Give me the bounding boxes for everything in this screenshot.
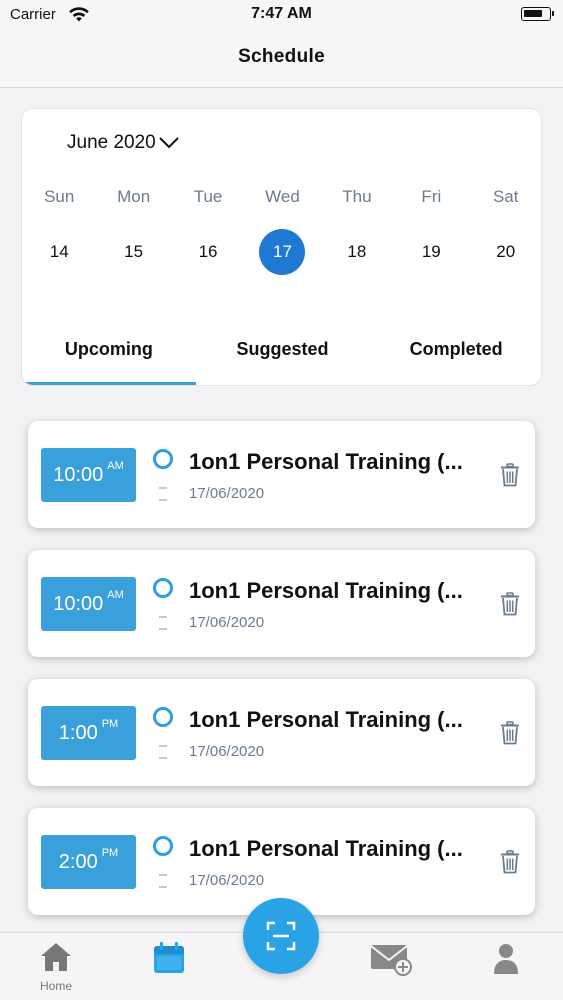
page-title: Schedule	[238, 46, 325, 67]
time-badge: 1:00 PM	[41, 706, 136, 760]
nav-header: Schedule	[0, 30, 563, 88]
day-number: 16	[198, 242, 218, 261]
weekday-label: Tue	[193, 187, 223, 206]
calendar-icon	[154, 942, 184, 973]
day-number: 15	[124, 242, 144, 261]
session-date: 17/06/2020	[189, 485, 265, 502]
day-number: 17	[259, 229, 306, 275]
timeline-dot-icon	[153, 449, 173, 469]
timeline-dash	[159, 616, 167, 618]
session-card[interactable]: 1:00 PM 1on1 Personal Training (... 17/0…	[28, 679, 535, 786]
timeline-dot-icon	[153, 836, 173, 856]
timeline-dot-icon	[153, 578, 173, 598]
session-time: 10:00	[53, 592, 104, 615]
timeline-dash	[159, 874, 167, 876]
time-badge: 2:00 PM	[41, 835, 136, 889]
session-ampm: PM	[101, 718, 119, 730]
day-number: 14	[49, 242, 69, 261]
day-20[interactable]: 20	[469, 229, 541, 275]
trash-icon[interactable]	[500, 463, 520, 487]
profile-icon	[494, 944, 518, 974]
status-bar: Carrier 7:47 AM	[0, 0, 563, 30]
tab-completed[interactable]: Completed	[369, 319, 541, 385]
scan-fab-button[interactable]	[243, 898, 319, 974]
session-time: 2:00	[58, 850, 98, 873]
day-17-selected[interactable]: 17	[245, 229, 319, 275]
trash-icon[interactable]	[500, 592, 520, 616]
session-title: 1on1 Personal Training (...	[189, 836, 463, 861]
segment-tabs: Upcoming Suggested Completed	[22, 319, 541, 385]
session-title: 1on1 Personal Training (...	[189, 707, 463, 732]
session-date: 17/06/2020	[189, 872, 265, 889]
day-number: 19	[421, 242, 441, 261]
weekday-label: Mon	[117, 187, 151, 206]
day-14[interactable]: 14	[22, 229, 96, 275]
tabbar-item-home[interactable]: Home	[21, 941, 91, 993]
session-ampm: PM	[101, 847, 119, 859]
weekday-row: Sun Mon Tue Wed Thu Fri Sat	[22, 187, 541, 207]
tabbar-item-calendar[interactable]	[134, 941, 204, 979]
session-title: 1on1 Personal Training (...	[189, 578, 463, 603]
tabbar-item-messages[interactable]	[356, 941, 426, 981]
session-time: 10:00	[53, 463, 104, 486]
home-icon	[41, 943, 71, 971]
status-time: 7:47 AM	[251, 5, 312, 22]
session-date: 17/06/2020	[189, 614, 265, 631]
scan-icon	[266, 921, 296, 951]
day-number: 20	[496, 242, 516, 261]
time-badge: 10:00 AM	[41, 448, 136, 502]
day-18[interactable]: 18	[320, 229, 394, 275]
month-selector[interactable]: June 2020	[67, 129, 180, 157]
day-15[interactable]: 15	[96, 229, 170, 275]
calendar-card: June 2020 Sun Mon Tue Wed Thu Fri Sat 14…	[21, 108, 542, 386]
weekday-label: Thu	[342, 187, 372, 206]
weekday-label: Wed	[265, 187, 300, 206]
tab-upcoming[interactable]: Upcoming	[22, 319, 196, 385]
session-ampm: AM	[107, 460, 124, 472]
weekday-label: Sat	[492, 187, 519, 206]
timeline-dash	[159, 487, 167, 489]
session-date: 17/06/2020	[189, 743, 265, 760]
weekday-label: Fri	[421, 187, 442, 206]
day-number: 18	[347, 242, 367, 261]
chevron-down-icon	[159, 137, 179, 149]
timeline-dash	[159, 499, 167, 501]
timeline-dash	[159, 745, 167, 747]
session-card[interactable]: 10:00 AM 1on1 Personal Training (... 17/…	[28, 550, 535, 657]
timeline-dash	[159, 628, 167, 630]
day-row: 14 15 16 17 18 19 20	[22, 229, 541, 275]
weekday-label: Sun	[44, 187, 75, 206]
day-19[interactable]: 19	[394, 229, 468, 275]
tab-suggested[interactable]: Suggested	[196, 319, 370, 385]
session-time: 1:00	[58, 721, 98, 744]
trash-icon[interactable]	[500, 850, 520, 874]
month-label: June 2020	[67, 132, 156, 153]
battery-icon	[521, 7, 554, 21]
timeline-dot-icon	[153, 707, 173, 727]
mail-add-icon	[370, 945, 412, 976]
tabbar-item-profile[interactable]	[471, 941, 541, 979]
timeline-dash	[159, 757, 167, 759]
session-ampm: AM	[107, 589, 124, 601]
tabbar-label-home: Home	[39, 979, 72, 993]
session-card[interactable]: 10:00 AM 1on1 Personal Training (... 17/…	[28, 421, 535, 528]
session-title: 1on1 Personal Training (...	[189, 449, 463, 474]
day-16[interactable]: 16	[171, 229, 245, 275]
trash-icon[interactable]	[500, 721, 520, 745]
time-badge: 10:00 AM	[41, 577, 136, 631]
timeline-dash	[159, 886, 167, 888]
